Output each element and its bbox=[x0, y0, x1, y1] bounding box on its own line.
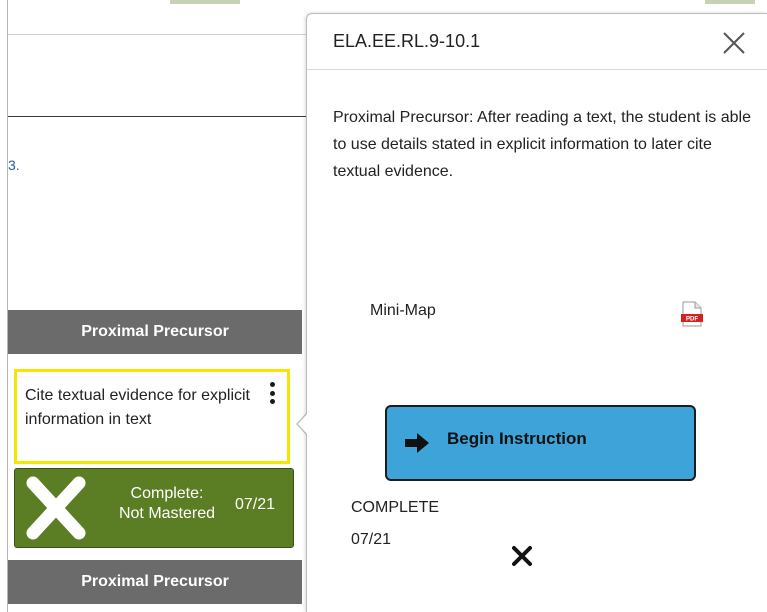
divider bbox=[8, 116, 308, 117]
completion-status: COMPLETE bbox=[351, 499, 440, 516]
column-header: Proximal Precursor bbox=[8, 560, 302, 604]
x-icon bbox=[26, 476, 86, 540]
status-date: 07/21 bbox=[235, 496, 276, 513]
page: 3. Proximal Precursor Cite textual evide… bbox=[0, 0, 767, 612]
popover-title: ELA.EE.RL.9-10.1 bbox=[333, 31, 481, 51]
truncated-text: 3. bbox=[8, 157, 20, 173]
more-options-icon[interactable] bbox=[269, 382, 275, 404]
close-icon[interactable] bbox=[721, 30, 747, 56]
pdf-icon[interactable]: PDF bbox=[680, 301, 704, 327]
top-tab[interactable] bbox=[170, 0, 240, 4]
standard-popover: ELA.EE.RL.9-10.1 Proximal Precursor: Aft… bbox=[306, 13, 767, 612]
x-icon bbox=[512, 546, 532, 566]
begin-instruction-button[interactable]: Begin Instruction bbox=[385, 405, 696, 481]
divider bbox=[8, 34, 308, 35]
begin-instruction-label: Begin Instruction bbox=[447, 429, 587, 448]
left-border bbox=[7, 0, 8, 612]
status-label-line2: Not Mastered bbox=[118, 505, 216, 522]
status-label-line1: Complete: bbox=[130, 485, 204, 502]
status-label: Complete: Not Mastered bbox=[107, 484, 227, 524]
popover-pointer-inner bbox=[298, 413, 308, 435]
completion-date: 07/21 bbox=[351, 531, 392, 548]
svg-text:PDF: PDF bbox=[686, 317, 698, 323]
arrow-right-icon bbox=[405, 433, 429, 453]
status-badge[interactable]: Complete: Not Mastered 07/21 bbox=[14, 468, 294, 548]
minimap-label: Mini-Map bbox=[370, 302, 436, 319]
top-tab[interactable] bbox=[705, 0, 755, 4]
card-text: Cite textual evidence for explicit infor… bbox=[25, 387, 250, 428]
popover-header: ELA.EE.RL.9-10.1 bbox=[307, 14, 767, 70]
precursor-card[interactable]: Cite textual evidence for explicit infor… bbox=[14, 369, 290, 464]
standard-description: Proximal Precursor: After reading a text… bbox=[333, 109, 751, 180]
column-header: Proximal Precursor bbox=[8, 310, 302, 354]
